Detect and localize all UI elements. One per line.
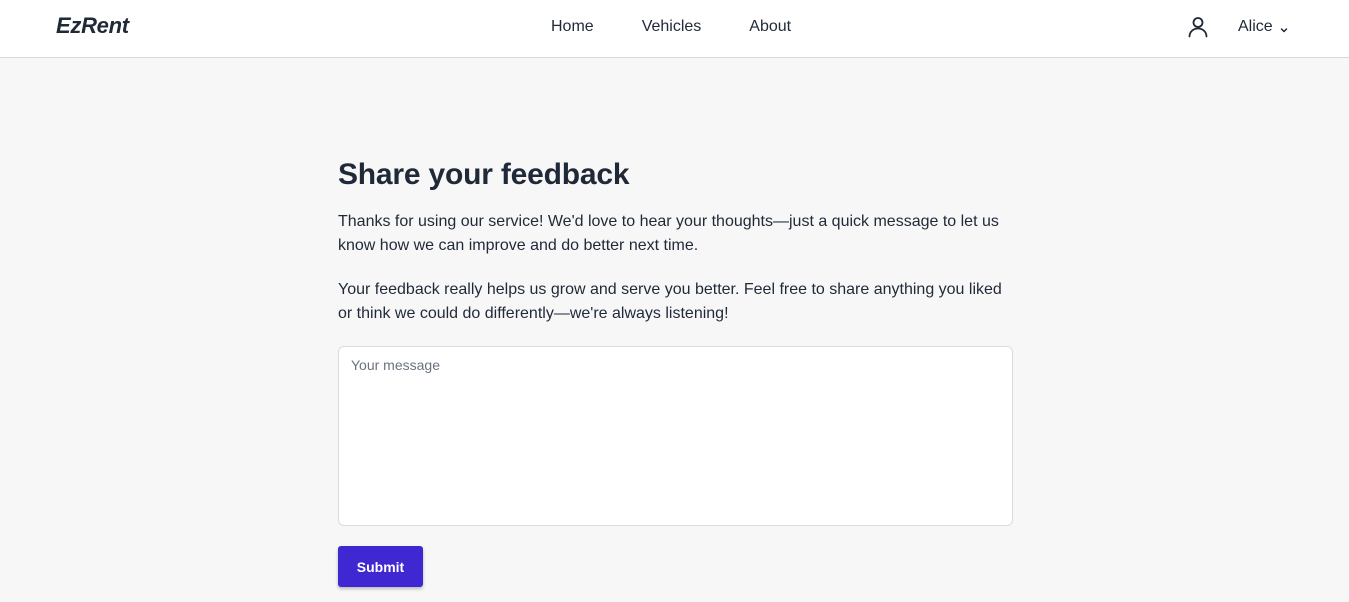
page-title: Share your feedback <box>338 158 630 191</box>
submit-button[interactable]: Submit <box>338 546 423 587</box>
main-nav: Home Vehicles About <box>551 17 791 37</box>
feedback-message-input[interactable] <box>338 346 1013 526</box>
user-menu-button[interactable]: Alice <box>1238 17 1289 37</box>
feedback-section: Share your feedback Thanks for using our… <box>338 156 1013 587</box>
chevron-down-icon <box>1279 22 1289 33</box>
intro-paragraph: Thanks for using our service! We'd love … <box>338 213 999 254</box>
top-navbar: EzRent Home Vehicles About Alice <box>0 0 1349 58</box>
nav-link-home[interactable]: Home <box>551 17 594 37</box>
logo[interactable]: EzRent <box>56 13 129 39</box>
nav-link-about[interactable]: About <box>749 17 791 37</box>
user-icon[interactable] <box>1186 15 1210 39</box>
user-name: Alice <box>1238 18 1273 35</box>
secondary-paragraph: Your feedback really helps us grow and s… <box>338 281 1002 322</box>
nav-link-vehicles[interactable]: Vehicles <box>642 17 702 37</box>
